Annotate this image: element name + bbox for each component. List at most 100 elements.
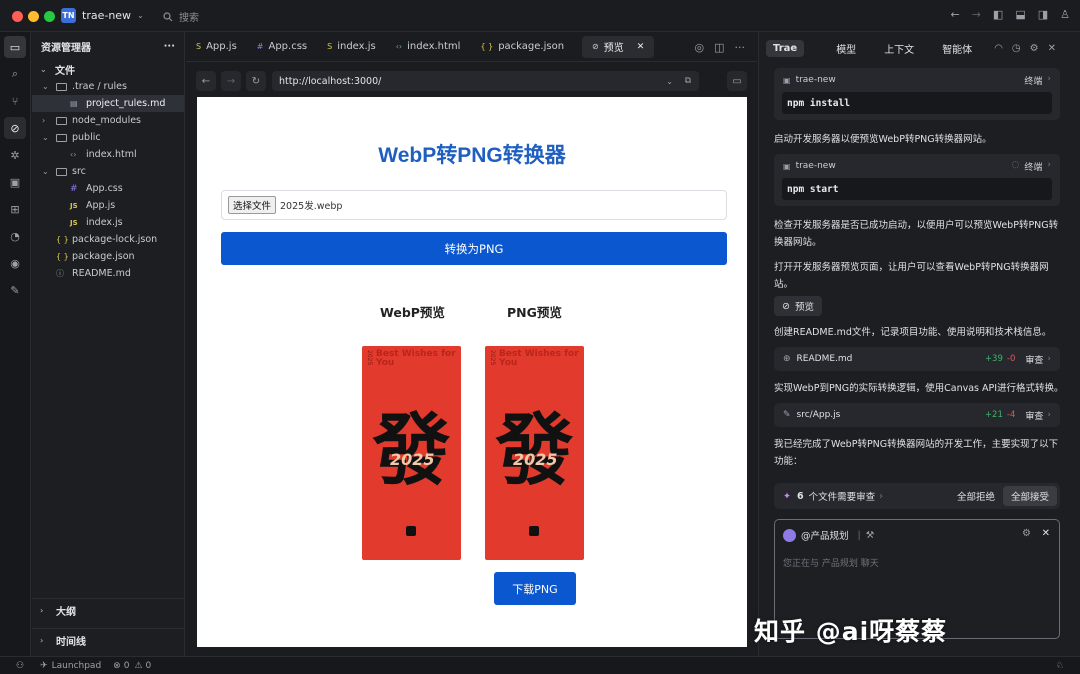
history-icon[interactable]: ◷ (1012, 43, 1021, 54)
tree-item-label: index.html (86, 149, 137, 160)
title-actions: ← → ◧ ⬓ ◨ ♙ (950, 8, 1070, 21)
chevron-down-icon: ⌄ (40, 64, 47, 74)
close-icon[interactable]: ✕ (1042, 528, 1050, 539)
file-input[interactable]: 选择文件 2025发.webp (221, 190, 727, 220)
json-icon: { } (56, 235, 69, 244)
tree-item[interactable]: ⌄ .trae / rules (32, 78, 184, 95)
agent-selector[interactable]: @产品规划 | ⚒ (783, 528, 874, 542)
headset-icon[interactable]: ◠ (994, 43, 1003, 54)
tab-file[interactable]: S App.js (186, 32, 247, 62)
close-icon[interactable]: ✕ (1048, 43, 1056, 54)
tree-item[interactable]: ▤ project_rules.md (32, 95, 184, 112)
tree-item[interactable]: ⌄ src (32, 163, 184, 180)
tree-item[interactable]: JS index.js (32, 214, 184, 231)
tab-file[interactable]: { } package.json (470, 32, 574, 62)
chevron-right-icon: › (40, 606, 44, 615)
tree-item[interactable]: { } package-lock.json (32, 231, 184, 248)
global-search[interactable]: 搜索 (163, 9, 199, 24)
remote-icon[interactable]: ⚇ (16, 661, 24, 671)
tab-file[interactable]: Sindex.js (317, 32, 386, 62)
refresh-icon[interactable]: ↻ (246, 71, 266, 91)
search-icon[interactable]: ⌕ (4, 63, 26, 85)
preview-link-icon[interactable]: ⊘ (4, 117, 26, 139)
tools-icon[interactable]: ✎ (4, 279, 26, 301)
open-terminal-link[interactable]: ◌ 终端 › (1012, 160, 1051, 173)
tree-item[interactable]: JS App.js (32, 197, 184, 214)
extensions-icon[interactable]: ⊞ (4, 198, 26, 220)
download-png-button[interactable]: 下载PNG (494, 572, 576, 605)
devices-icon[interactable]: ▭ (727, 71, 747, 91)
more-icon[interactable]: ··· (735, 41, 746, 54)
file-change-app-js[interactable]: ✎ src/App.js +21 -4 审查 › (774, 403, 1060, 427)
browser-back-button[interactable]: ← (196, 71, 216, 91)
timeline-section[interactable]: › 时间线 (32, 628, 185, 652)
compass-icon[interactable]: ◎ (694, 41, 704, 54)
gear-icon[interactable]: ⚙ (1030, 43, 1039, 54)
minimize-window-button[interactable] (28, 11, 39, 22)
browser-forward-button[interactable]: → (221, 71, 241, 91)
choose-file-button[interactable]: 选择文件 (228, 196, 277, 214)
gear-icon[interactable]: ⚙ (1022, 528, 1031, 539)
files-section-header[interactable]: ⌄ 文件 (32, 60, 184, 78)
wand-icon[interactable]: ⚒ (866, 530, 875, 541)
convert-button[interactable]: 转换为PNG (221, 232, 727, 265)
remote-icon[interactable]: ▣ (4, 171, 26, 193)
additions-count: +21 (984, 410, 1003, 420)
tab-file[interactable]: ‹› index.html (386, 32, 471, 62)
js-icon: JS (70, 201, 78, 210)
files-icon[interactable]: ▭ (4, 36, 26, 58)
open-terminal-link[interactable]: 终端 › (1024, 74, 1051, 87)
terminal-name: trae-new (795, 75, 836, 85)
editor-actions: ◎ ◫ ··· (694, 41, 745, 54)
tab-agent[interactable]: 智能体 (928, 41, 986, 56)
accept-all-button[interactable]: 全部接受 (1002, 486, 1057, 506)
launchpad-label[interactable]: Launchpad (52, 661, 102, 671)
deploy-icon[interactable]: ◔ (4, 225, 26, 247)
tab-context[interactable]: 上下文 (870, 41, 928, 56)
back-arrow-icon[interactable]: ← (950, 8, 959, 21)
forward-arrow-icon[interactable]: → (972, 8, 981, 21)
review-label[interactable]: 个文件需要审查 (809, 489, 876, 503)
preview-chip-button[interactable]: ⊘ 预览 (774, 296, 822, 316)
open-external-icon[interactable]: ⧉ (685, 76, 691, 86)
zoom-window-button[interactable] (44, 11, 55, 22)
more-icon[interactable]: ··· (164, 41, 175, 52)
warning-count[interactable]: 0 (146, 661, 152, 671)
source-control-icon[interactable]: ⑂ (4, 90, 26, 112)
notifications-icon[interactable]: ♘ (1056, 661, 1064, 671)
tab-preview[interactable]: ⊘ 预览 ✕ (582, 35, 655, 58)
tree-item[interactable]: ⓘ README.md (32, 265, 184, 282)
css-icon: # (256, 42, 264, 51)
tree-item[interactable]: # App.css (32, 180, 184, 197)
outline-section[interactable]: › 大纲 (32, 598, 185, 622)
review-file-button[interactable]: 审查 (1025, 353, 1043, 366)
close-window-button[interactable] (12, 11, 23, 22)
chat-message: 检查开发服务器是否已成功启动，以便用户可以预览WebP转PNG转换器网站。 (774, 220, 1059, 248)
tree-item[interactable]: { } package.json (32, 248, 184, 265)
reject-all-button[interactable]: 全部拒绝 (957, 489, 995, 503)
tab-file[interactable]: # App.css (247, 32, 317, 62)
review-file-button[interactable]: 审查 (1025, 409, 1043, 422)
close-icon[interactable]: ✕ (637, 42, 645, 52)
toggle-panel-icon[interactable]: ⬓ (1015, 8, 1025, 21)
settings-icon[interactable]: ◉ (4, 252, 26, 274)
split-editor-icon[interactable]: ◫ (714, 41, 724, 54)
debug-icon[interactable]: ✲ (4, 144, 26, 166)
error-count[interactable]: 0 (124, 661, 130, 671)
toggle-secondary-sidebar-icon[interactable]: ◨ (1038, 8, 1048, 21)
account-icon[interactable]: ♙ (1060, 8, 1070, 21)
url-input[interactable]: http://localhost:3000/ ⌄ ⧉ (272, 71, 699, 91)
agent-avatar (783, 528, 796, 542)
outline-label: 大纲 (56, 607, 76, 618)
project-switcher[interactable]: TN trae-new ⌄ (61, 8, 144, 23)
tab-trae[interactable]: Trae (766, 39, 805, 57)
tree-item[interactable]: ⌄ public (32, 129, 184, 146)
chevron-down-icon[interactable]: ⌄ (666, 77, 673, 86)
tree-item[interactable]: › node_modules (32, 112, 184, 129)
toggle-sidebar-icon[interactable]: ◧ (993, 8, 1003, 21)
review-count: 6 (796, 490, 804, 502)
file-change-readme[interactable]: ⊕ README.md +39 -0 审查 › (774, 347, 1060, 371)
tree-item[interactable]: ‹› index.html (32, 146, 184, 163)
browser-toolbar: ← → ↻ http://localhost:3000/ ⌄ ⧉ ▭ (186, 68, 757, 94)
tab-model[interactable]: 模型 (822, 41, 870, 56)
